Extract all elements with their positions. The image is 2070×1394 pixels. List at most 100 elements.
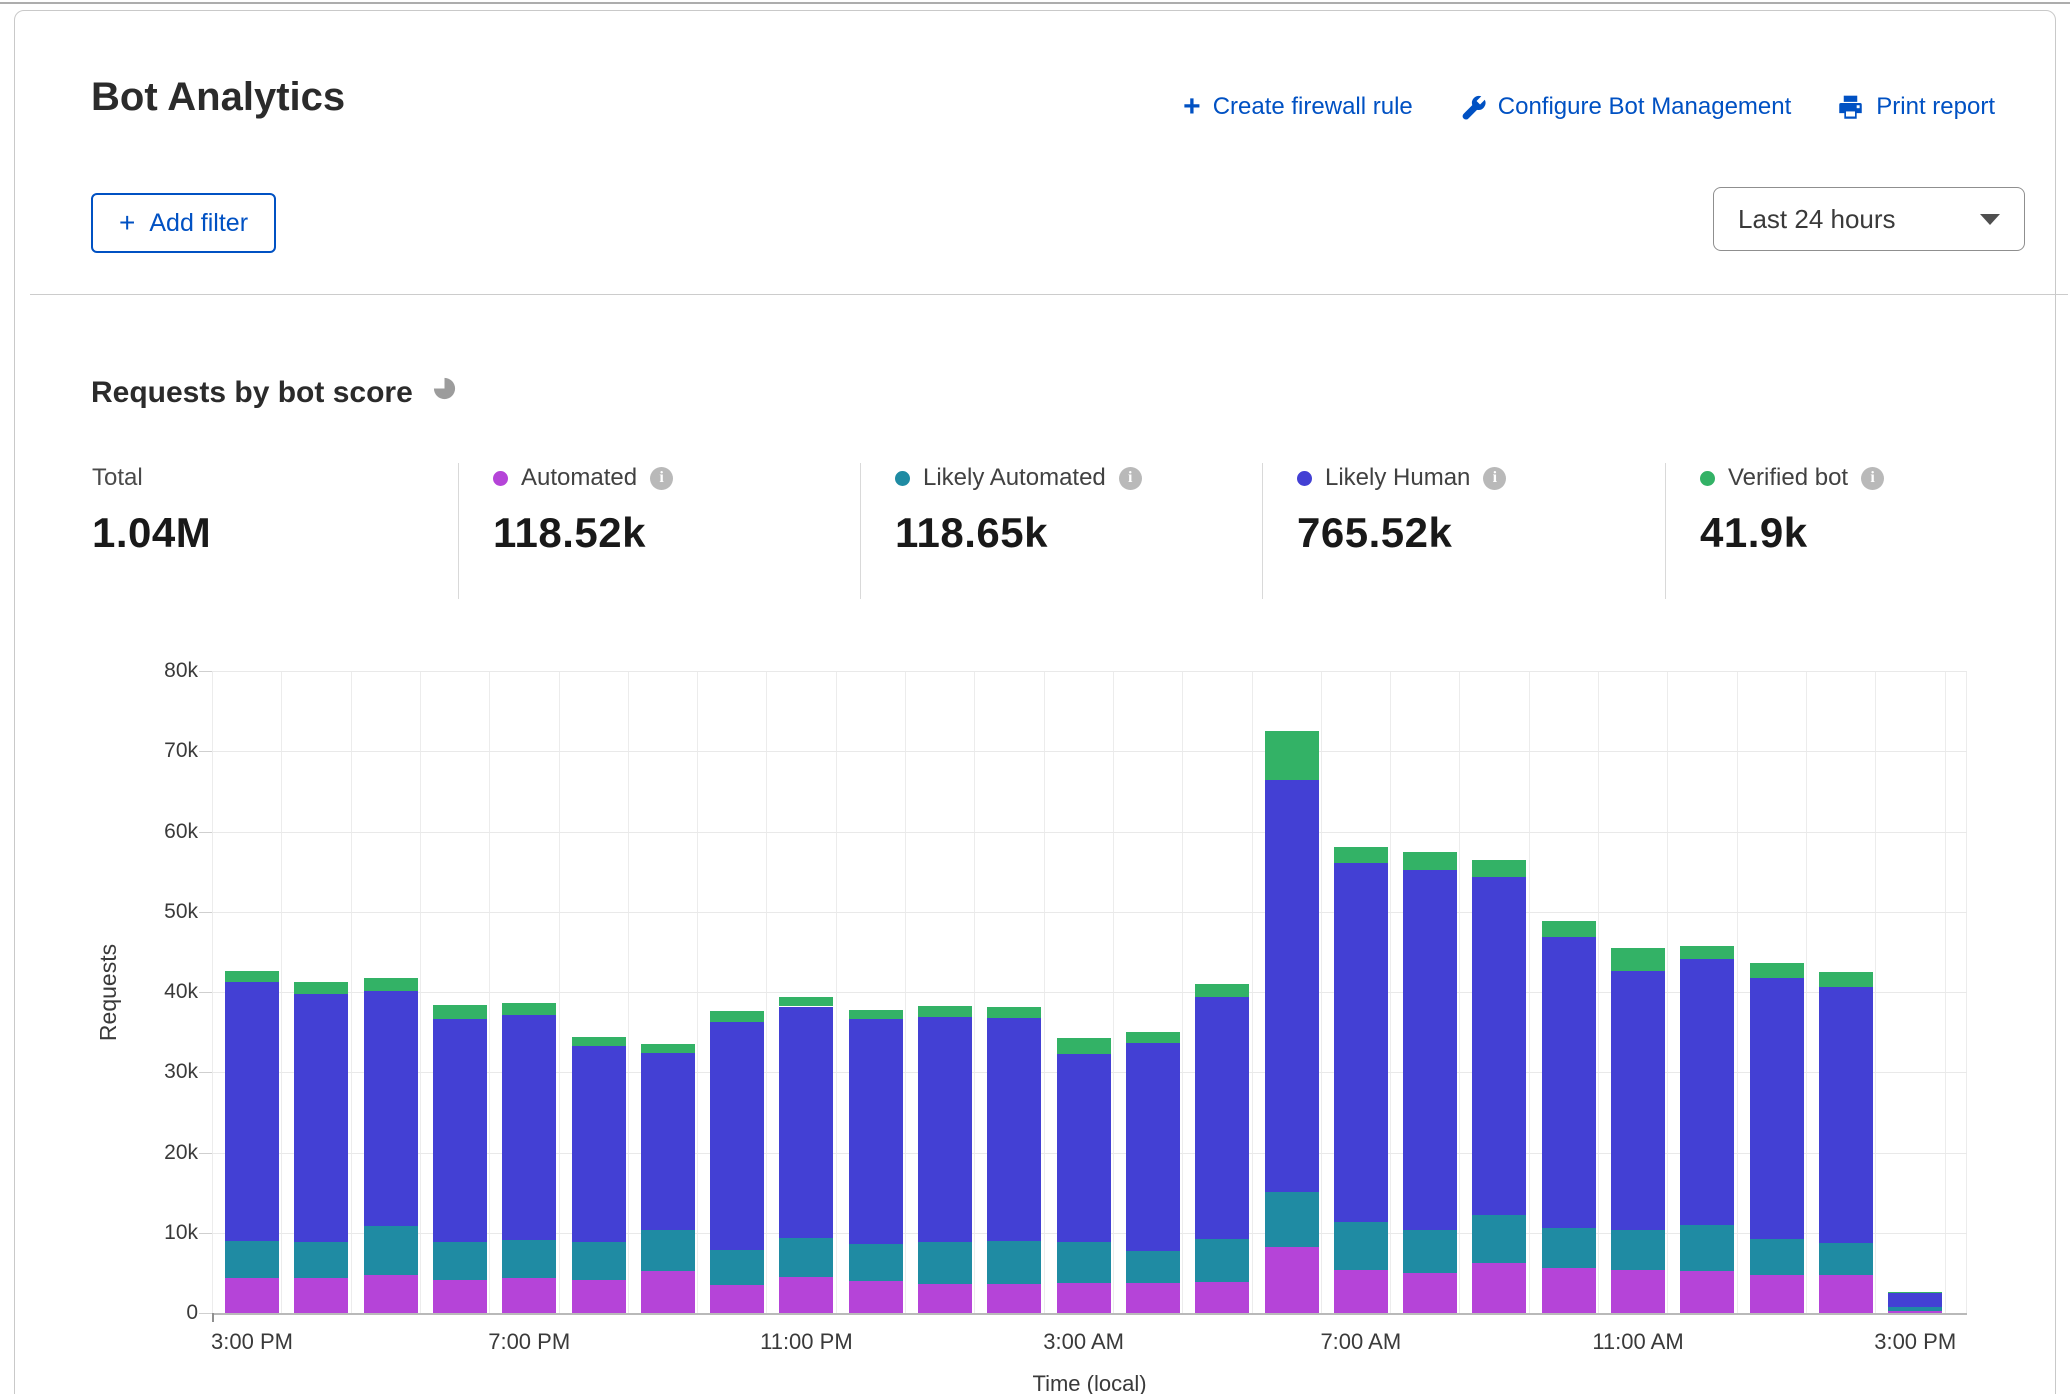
print-report-link[interactable]: Print report	[1837, 93, 1995, 121]
bar-segment-verified-bot	[641, 1044, 695, 1053]
bar-segment-verified-bot	[849, 1010, 903, 1020]
configure-bot-management-link[interactable]: Configure Bot Management	[1459, 93, 1792, 121]
chart-bar[interactable]	[1403, 852, 1457, 1313]
bar-segment-likely-human	[1542, 937, 1596, 1228]
bar-segment-automated	[1750, 1275, 1804, 1314]
bar-segment-likely-human	[1265, 780, 1319, 1192]
bar-segment-verified-bot	[1819, 972, 1873, 987]
bar-segment-likely-human	[1888, 1293, 1942, 1307]
time-range-value: Last 24 hours	[1738, 204, 1896, 235]
y-tick-mark	[199, 1313, 212, 1314]
bar-segment-automated	[364, 1275, 418, 1313]
action-label: Create firewall rule	[1213, 93, 1413, 121]
bar-segment-likely-human	[364, 991, 418, 1226]
bar-segment-likely-automated	[1265, 1192, 1319, 1247]
chart-bar[interactable]	[364, 978, 418, 1313]
chart-bar[interactable]	[1750, 963, 1804, 1313]
requests-by-bot-score-chart: Requests 010k20k30k40k50k60k70k80k3:00 P…	[212, 671, 1967, 1313]
y-tick-mark	[199, 992, 212, 993]
stat-value: 41.9k	[1700, 509, 2025, 557]
chart-bar[interactable]	[1611, 948, 1665, 1313]
bar-segment-likely-automated	[779, 1238, 833, 1277]
chart-bar[interactable]	[1126, 1032, 1180, 1313]
bar-segment-likely-automated	[433, 1242, 487, 1280]
bar-segment-likely-automated	[1126, 1251, 1180, 1282]
chart-bar[interactable]	[1680, 946, 1734, 1313]
chart-bar[interactable]	[1542, 921, 1596, 1313]
gridline-horizontal	[212, 751, 1967, 752]
bar-segment-automated	[1472, 1263, 1526, 1313]
bar-segment-likely-human	[1819, 987, 1873, 1243]
bar-segment-likely-automated	[1195, 1239, 1249, 1282]
info-icon[interactable]: i	[650, 467, 673, 490]
stat-label: Likely Human	[1325, 464, 1470, 492]
bot-analytics-page: Bot Analytics + Create firewall rule Con…	[0, 0, 2070, 1394]
chart-bar[interactable]	[1472, 860, 1526, 1313]
bar-segment-likely-human	[294, 994, 348, 1242]
chevron-down-icon	[1980, 214, 2000, 225]
header-divider	[30, 294, 2068, 295]
bar-segment-likely-human	[433, 1019, 487, 1243]
bar-segment-verified-bot	[1680, 946, 1734, 959]
bar-segment-likely-human	[1403, 870, 1457, 1230]
bar-segment-likely-human	[1195, 997, 1249, 1239]
bar-segment-likely-automated	[918, 1242, 972, 1284]
chart-bar[interactable]	[433, 1005, 487, 1313]
info-icon[interactable]: i	[1119, 467, 1142, 490]
time-range-select[interactable]: Last 24 hours	[1713, 187, 2025, 251]
bar-segment-likely-automated	[364, 1226, 418, 1275]
chart-bar[interactable]	[1195, 984, 1249, 1313]
chart-bar[interactable]	[987, 1006, 1041, 1313]
plot-area: 010k20k30k40k50k60k70k80k3:00 PM7:00 PM1…	[212, 671, 1967, 1315]
section-heading-text: Requests by bot score	[91, 376, 413, 410]
bar-segment-likely-automated	[1334, 1222, 1388, 1269]
gridline-horizontal	[212, 671, 1967, 672]
bar-segment-verified-bot	[1472, 860, 1526, 878]
gridline-horizontal	[212, 832, 1967, 833]
bar-segment-automated	[987, 1284, 1041, 1313]
x-tick-label: 7:00 PM	[459, 1329, 599, 1355]
bar-segment-likely-automated	[1403, 1230, 1457, 1273]
y-tick-mark	[199, 671, 212, 672]
bar-segment-likely-automated	[1542, 1228, 1596, 1268]
add-filter-label: Add filter	[149, 209, 248, 238]
bar-segment-automated	[1265, 1247, 1319, 1313]
info-icon[interactable]: i	[1861, 467, 1884, 490]
chart-bar[interactable]	[849, 1010, 903, 1313]
bar-segment-likely-human	[641, 1053, 695, 1230]
y-tick-mark	[199, 1072, 212, 1073]
chart-bar[interactable]	[1057, 1038, 1111, 1313]
bar-segment-likely-human	[710, 1022, 764, 1251]
chart-bar[interactable]	[1819, 972, 1873, 1313]
y-tick-mark	[199, 912, 212, 913]
chart-bar[interactable]	[641, 1044, 695, 1313]
chart-bar[interactable]	[1265, 731, 1319, 1313]
bar-segment-likely-automated	[849, 1244, 903, 1281]
chart-bar[interactable]	[294, 982, 348, 1313]
chart-bar[interactable]	[710, 1011, 764, 1314]
bar-segment-likely-human	[1334, 863, 1388, 1223]
chart-bar[interactable]	[572, 1037, 626, 1313]
add-filter-button[interactable]: + Add filter	[91, 193, 276, 253]
chart-bar[interactable]	[779, 997, 833, 1313]
bar-segment-likely-human	[1680, 959, 1734, 1225]
x-axis-origin-tick	[212, 1313, 214, 1322]
chart-bar[interactable]	[225, 971, 279, 1313]
bar-segment-automated	[1403, 1273, 1457, 1313]
create-firewall-rule-link[interactable]: + Create firewall rule	[1183, 93, 1413, 121]
stats-row: Total1.04MAutomatedi118.52kLikely Automa…	[92, 463, 2025, 599]
bar-segment-automated	[225, 1278, 279, 1313]
chart-bar[interactable]	[1334, 847, 1388, 1313]
chart-bar[interactable]	[1888, 1292, 1942, 1313]
bar-segment-likely-human	[849, 1019, 903, 1244]
info-icon[interactable]: i	[1483, 467, 1506, 490]
stat-verified-bot: Verified boti41.9k	[1665, 463, 2025, 599]
chart-bar[interactable]	[918, 1006, 972, 1313]
section-heading: Requests by bot score	[91, 375, 458, 410]
bar-segment-likely-human	[779, 1007, 833, 1239]
action-label: Print report	[1876, 93, 1995, 121]
wrench-icon	[1459, 94, 1486, 121]
chart-bar[interactable]	[502, 1002, 556, 1313]
bar-segment-likely-automated	[1472, 1215, 1526, 1263]
bar-segment-verified-bot	[1888, 1292, 1942, 1293]
